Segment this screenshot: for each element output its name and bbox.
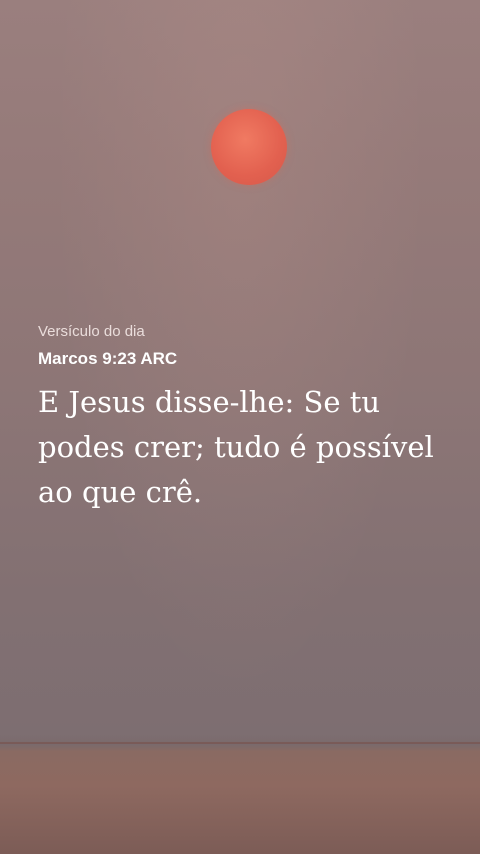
horizon-line	[0, 742, 480, 744]
verse-of-day-label: Versículo do dia	[38, 323, 145, 340]
verse-card[interactable]: Versículo do dia Marcos 9:23 ARC E Jesus…	[38, 322, 458, 515]
verse-of-the-day-screen: Versículo do dia Marcos 9:23 ARC E Jesus…	[0, 0, 480, 854]
verse-reference: Marcos 9:23 ARC	[38, 349, 178, 368]
verse-text: E Jesus disse-lhe: Se tu podes crer; tud…	[38, 385, 434, 509]
sun-image	[211, 109, 287, 185]
